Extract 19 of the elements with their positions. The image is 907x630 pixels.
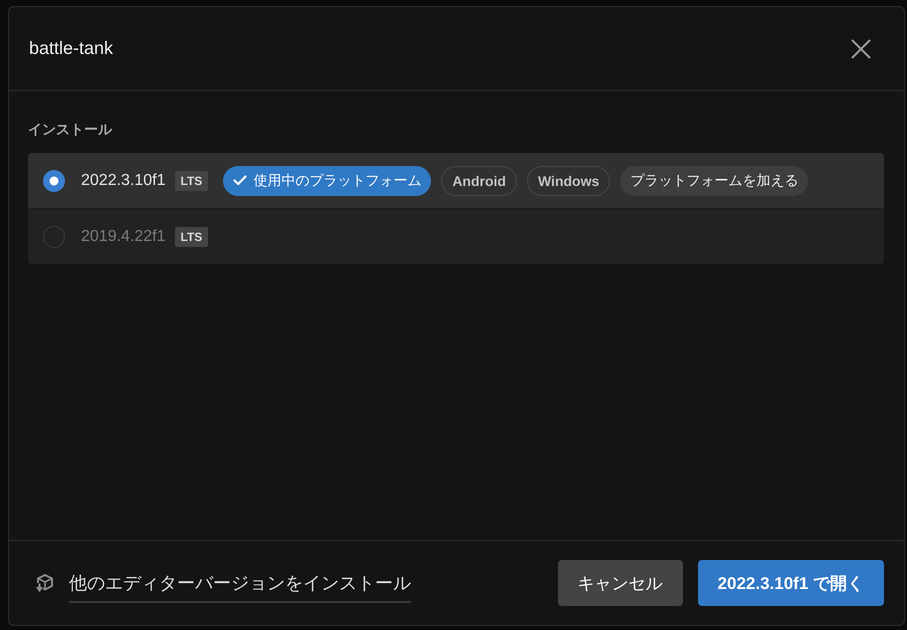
close-icon[interactable] <box>851 38 871 58</box>
version-label: 2022.3.10f1 <box>81 172 166 190</box>
lts-badge: LTS <box>174 170 208 190</box>
cancel-button[interactable]: キャンセル <box>558 560 683 606</box>
section-label: インストール <box>28 121 112 139</box>
install-row[interactable]: 2022.3.10f1 LTS 使用中のプラットフォーム Android Windows プラットフォームを加える <box>28 153 884 209</box>
package-download-icon <box>36 574 54 592</box>
version-label: 2019.4.22f1 <box>81 228 166 246</box>
check-icon <box>233 175 248 186</box>
add-platform-button[interactable]: プラットフォームを加える <box>620 166 808 196</box>
dialog-title: battle-tank <box>29 38 114 59</box>
radio-selected-icon[interactable] <box>43 170 65 192</box>
open-button[interactable]: 2022.3.10f1 で開く <box>698 560 884 606</box>
lts-badge: LTS <box>174 226 208 246</box>
platform-chip[interactable]: Android <box>441 166 517 196</box>
chip-label: 使用中のプラットフォーム <box>253 172 422 190</box>
install-other-version-link[interactable]: 他のエディターバージョンをインストール <box>69 571 411 603</box>
platform-chip[interactable]: Windows <box>526 166 610 196</box>
radio-icon[interactable] <box>43 226 65 248</box>
